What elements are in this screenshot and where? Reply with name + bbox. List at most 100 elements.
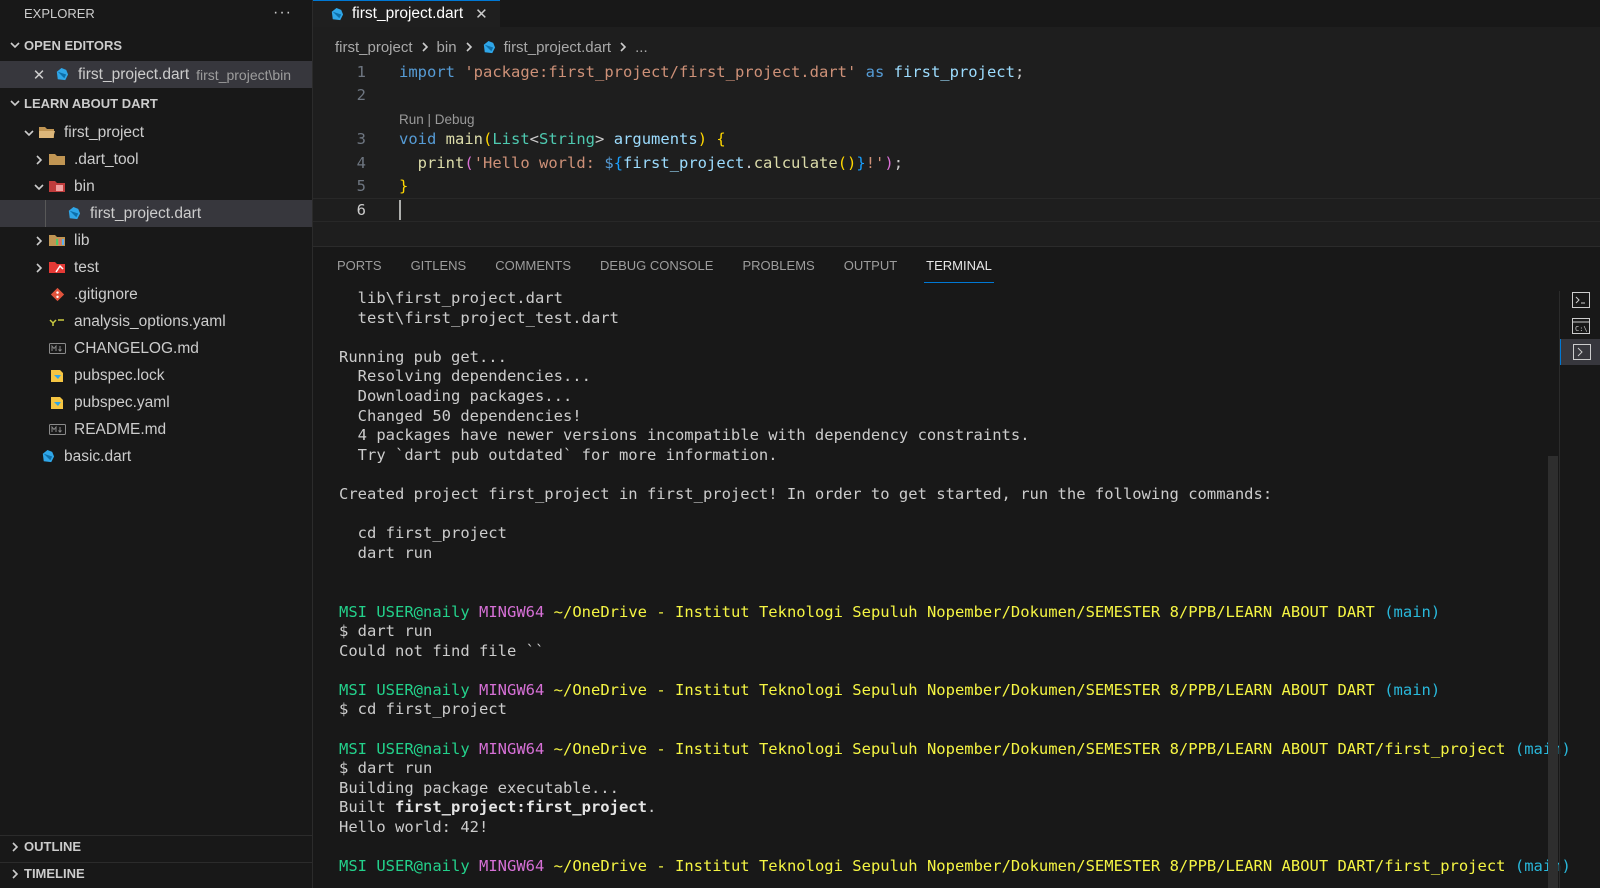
terminal-line: Running pub get... — [339, 347, 507, 366]
open-editors-title: OPEN EDITORS — [24, 37, 123, 53]
chevron-right-icon — [465, 42, 472, 52]
terminal-line: Built first_project:first_project. — [339, 798, 657, 817]
more-actions-icon[interactable]: ··· — [273, 4, 292, 22]
terminal-instance-active[interactable] — [1560, 339, 1600, 365]
tree-file-pubspec-lock[interactable]: pubspec.lock — [0, 362, 312, 389]
tab-ports[interactable]: PORTS — [337, 247, 382, 283]
chevron-down-icon — [10, 100, 20, 107]
chevron-down-icon — [24, 129, 34, 136]
tree-folder-bin[interactable]: bin — [0, 173, 312, 200]
tree-file-gitignore[interactable]: .gitignore — [0, 281, 312, 308]
code-line-3: 3 void main(List<String> arguments) { — [313, 127, 1600, 151]
terminal-line: Changed 50 dependencies! — [339, 406, 582, 425]
chevron-right-icon — [12, 868, 19, 879]
tab-output[interactable]: OUTPUT — [844, 247, 897, 283]
tree-folder-first-project[interactable]: first_project — [0, 119, 312, 146]
open-editors-section[interactable]: OPEN EDITORS — [0, 34, 312, 56]
terminal-line: Resolving dependencies... — [339, 367, 591, 386]
chevron-down-icon — [34, 183, 44, 190]
terminal-line: cd first_project — [339, 524, 507, 543]
terminal-output[interactable]: lib\first_project.dart test\first_projec… — [339, 289, 1571, 877]
code-line-1: 1 import 'package:first_project/first_pr… — [313, 60, 1600, 84]
bin-folder-icon — [48, 179, 66, 195]
tree-folder-test[interactable]: test — [0, 254, 312, 281]
terminal-line: Try `dart pub outdated` for more informa… — [339, 445, 778, 464]
outline-title: OUTLINE — [24, 839, 82, 854]
timeline-title: TIMELINE — [24, 866, 85, 881]
pubspec-icon — [48, 368, 66, 384]
tree-file-changelog[interactable]: CHANGELOG.md — [0, 335, 312, 362]
tree-file-readme[interactable]: README.md — [0, 416, 312, 443]
tree-label: pubspec.lock — [74, 366, 165, 384]
explorer-title: EXPLORER — [24, 5, 95, 21]
breadcrumb-item[interactable]: bin — [437, 39, 457, 56]
tab-gitlens[interactable]: GITLENS — [411, 247, 467, 283]
tab-comments[interactable]: COMMENTS — [495, 247, 571, 283]
tree-folder-lib[interactable]: lib — [0, 227, 312, 254]
terminal-scrollbar[interactable] — [1548, 456, 1558, 888]
tab-debug-console[interactable]: DEBUG CONSOLE — [600, 247, 713, 283]
tree-file-analysis-options[interactable]: analysis_options.yaml — [0, 308, 312, 335]
terminal-icon — [1572, 292, 1590, 308]
breadcrumb-item[interactable]: first_project — [335, 39, 413, 56]
line-number: 1 — [356, 62, 366, 81]
chevron-right-icon — [620, 42, 627, 52]
terminal-instance[interactable]: C:\ — [1560, 313, 1600, 339]
chevron-right-icon — [421, 42, 428, 52]
timeline-section[interactable]: TIMELINE — [0, 862, 313, 884]
terminal-prompt: MSI USER@naily MINGW64 ~/OneDrive - Inst… — [339, 602, 1441, 621]
panel-tab-bar: PORTS GITLENS COMMENTS DEBUG CONSOLE PRO… — [313, 247, 1600, 283]
editor-tab-first-project-dart[interactable]: first_project.dart ✕ — [313, 0, 500, 27]
terminal-line: lib\first_project.dart — [339, 289, 563, 307]
tree-label: CHANGELOG.md — [74, 339, 199, 357]
tree-file-basic-dart[interactable]: basic.dart — [0, 443, 312, 470]
outline-section[interactable]: OUTLINE — [0, 835, 313, 857]
tree-label: README.md — [74, 420, 167, 438]
tree-label: first_project.dart — [90, 204, 202, 222]
tree-label: first_project — [64, 123, 145, 141]
breadcrumb-item[interactable]: ... — [635, 39, 648, 56]
yaml-icon — [48, 314, 66, 330]
line-number: 2 — [356, 86, 366, 105]
tab-terminal[interactable]: TERMINAL — [924, 247, 994, 283]
open-editor-item[interactable]: ✕ first_project.dart first_project\bin — [0, 61, 312, 88]
terminal-prompt: MSI USER@naily MINGW64 ~/OneDrive - Inst… — [339, 857, 1571, 876]
terminal-line: Hello world: 42! — [339, 818, 489, 837]
tree-label: bin — [74, 177, 95, 195]
close-icon[interactable]: ✕ — [475, 5, 488, 23]
terminal-line: Could not find file `` — [339, 641, 545, 660]
chevron-right-icon — [12, 841, 19, 852]
workspace-title: LEARN ABOUT DART — [24, 95, 158, 111]
terminal-prompt: MSI USER@naily MINGW64 ~/OneDrive - Inst… — [339, 680, 1441, 699]
workspace-section[interactable]: LEARN ABOUT DART — [0, 92, 312, 114]
terminal-instance-list: C:\ — [1560, 287, 1600, 365]
terminal-line: Created project first_project in first_p… — [339, 484, 1273, 503]
dart-file-icon — [52, 67, 70, 83]
tree-file-first-project-dart[interactable]: first_project.dart — [0, 200, 312, 227]
code-editor[interactable]: 1 import 'package:first_project/first_pr… — [313, 60, 1600, 240]
terminal-instance[interactable] — [1560, 287, 1600, 313]
tree-label: .gitignore — [74, 285, 138, 303]
markdown-icon — [48, 422, 66, 438]
explorer-header: EXPLORER ··· — [0, 0, 312, 26]
code-line-6: 6 — [313, 197, 1600, 222]
dart-file-icon — [38, 449, 56, 465]
chevron-right-icon — [36, 235, 43, 246]
open-editor-path: first_project\bin — [196, 66, 292, 83]
terminal-line: 4 packages have newer versions incompati… — [339, 426, 1030, 445]
test-folder-icon — [48, 260, 66, 276]
tree-file-pubspec-yaml[interactable]: pubspec.yaml — [0, 389, 312, 416]
tab-problems[interactable]: PROBLEMS — [742, 247, 814, 283]
folder-icon — [48, 152, 66, 168]
terminal-line: Downloading packages... — [339, 386, 573, 405]
explorer-sidebar: EXPLORER ··· OPEN EDITORS ✕ first_projec… — [0, 0, 313, 888]
markdown-icon — [48, 341, 66, 357]
breadcrumb-item[interactable]: first_project.dart — [481, 39, 611, 56]
tree-label: test — [74, 258, 99, 276]
tree-folder-dart-tool[interactable]: .dart_tool — [0, 146, 312, 173]
tree-label: basic.dart — [64, 447, 132, 465]
close-icon[interactable]: ✕ — [30, 66, 48, 84]
codelens-run-debug[interactable]: Run | Debug — [313, 107, 1600, 127]
